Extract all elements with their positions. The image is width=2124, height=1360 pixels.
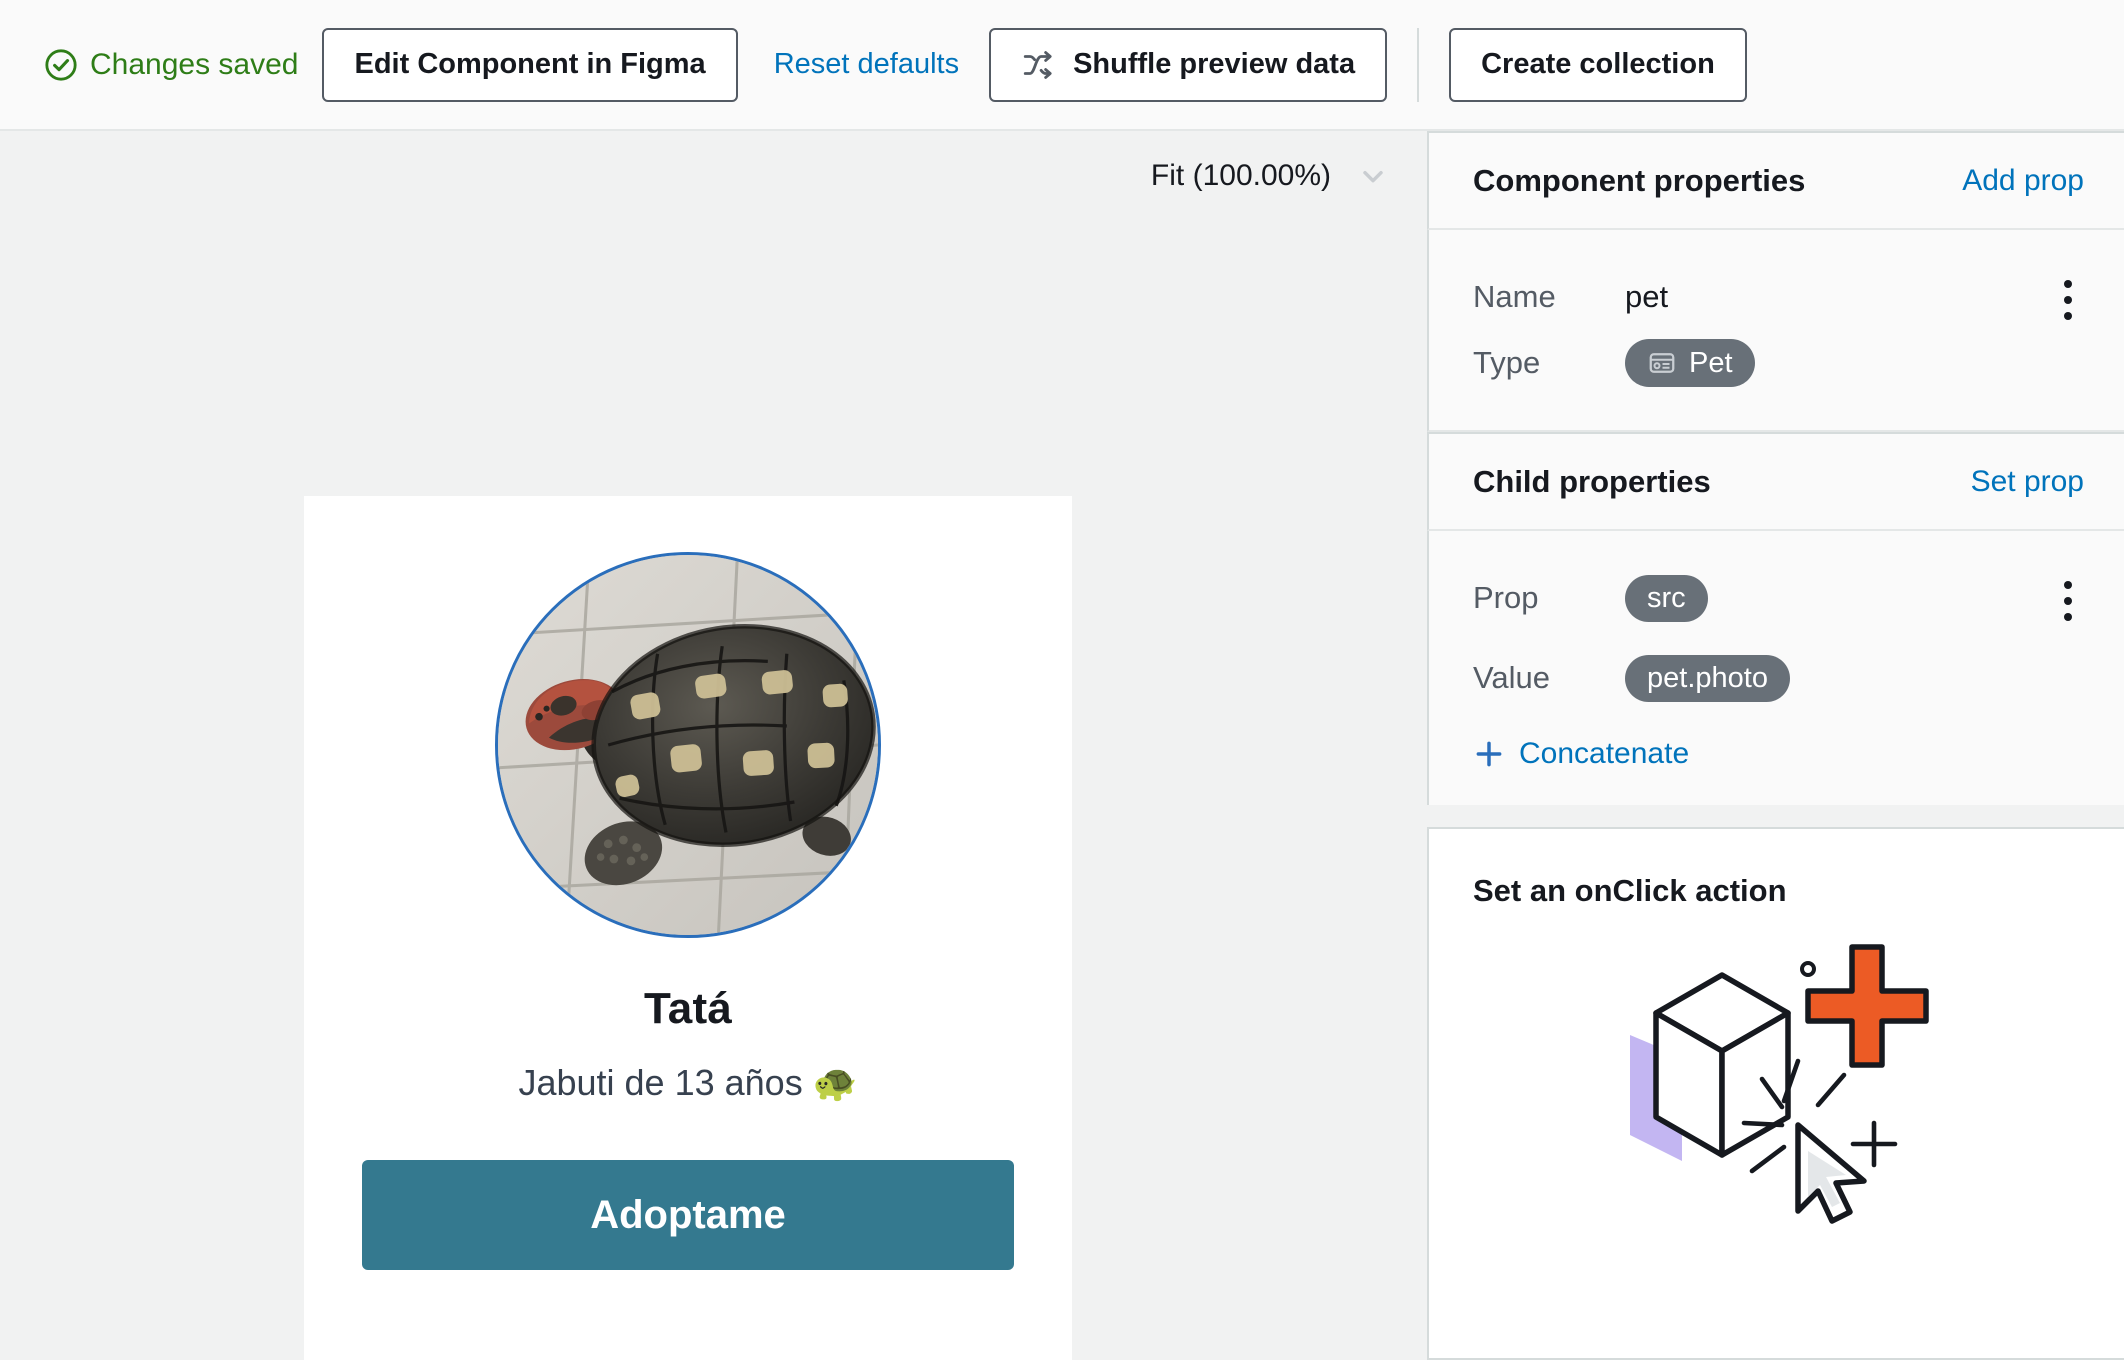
preview-canvas: Fit (100.00%) <box>0 131 1427 1360</box>
changes-saved-label: Changes saved <box>90 48 298 82</box>
onclick-action-card: Set an onClick action <box>1427 827 2124 1360</box>
concatenate-label: Concatenate <box>1519 737 1689 771</box>
plus-icon <box>1473 738 1505 770</box>
child-property-prop-chip[interactable]: src <box>1625 575 1708 622</box>
adopt-button-label: Adoptame <box>590 1193 786 1237</box>
amplify-studio-ui-builder: Changes saved Edit Component in Figma Re… <box>0 0 2124 1360</box>
shuffle-icon <box>1021 48 1055 82</box>
chevron-down-icon <box>1357 160 1389 192</box>
zoom-level-label: Fit (100.00%) <box>1151 159 1331 193</box>
child-property-row-value: Value pet.photo <box>1473 645 2084 711</box>
zoom-level-selector[interactable]: Fit (100.00%) <box>1151 131 1427 221</box>
cube-click-plus-illustration <box>1612 939 1942 1239</box>
component-property-type-chip[interactable]: Pet <box>1625 339 1755 387</box>
changes-saved-status: Changes saved <box>44 48 298 82</box>
edit-component-in-figma-label: Edit Component in Figma <box>354 48 705 81</box>
child-properties-body: Prop src Value pet.photo C <box>1427 531 2124 805</box>
child-properties-header: Child properties Set prop <box>1427 432 2124 531</box>
component-property-row-name: Name pet <box>1473 264 2084 330</box>
kebab-dot <box>2064 597 2072 605</box>
create-collection-button[interactable]: Create collection <box>1449 28 1747 102</box>
check-circle-icon <box>44 48 78 82</box>
child-property-row-prop: Prop src <box>1473 565 2084 631</box>
shuffle-preview-data-label: Shuffle preview data <box>1073 48 1355 81</box>
edit-component-in-figma-button[interactable]: Edit Component in Figma <box>322 28 737 102</box>
tortoise-photo <box>498 555 878 935</box>
child-properties-menu-button[interactable] <box>2046 577 2090 625</box>
child-property-value-chip[interactable]: pet.photo <box>1625 655 1790 702</box>
component-properties-menu-button[interactable] <box>2046 276 2090 324</box>
shuffle-preview-data-button[interactable]: Shuffle preview data <box>989 28 1387 102</box>
adopt-button[interactable]: Adoptame <box>362 1160 1014 1270</box>
pet-name: Tatá <box>644 984 732 1034</box>
toolbar-divider <box>1417 28 1419 102</box>
kebab-dot <box>2064 280 2072 288</box>
component-properties-body: Name pet Type Pet <box>1427 230 2124 432</box>
child-property-value-label: Value <box>1473 660 1625 696</box>
component-property-type-value: Pet <box>1689 349 1733 378</box>
add-prop-button[interactable]: Add prop <box>1962 164 2084 198</box>
child-properties-title: Child properties <box>1473 464 1711 500</box>
data-model-icon <box>1647 348 1677 378</box>
create-collection-label: Create collection <box>1481 48 1715 81</box>
kebab-dot <box>2064 312 2072 320</box>
reset-defaults-button[interactable]: Reset defaults <box>774 48 959 81</box>
component-property-name-label: Name <box>1473 279 1625 315</box>
concatenate-button[interactable]: Concatenate <box>1473 737 2084 771</box>
top-toolbar: Changes saved Edit Component in Figma Re… <box>0 0 2124 131</box>
set-prop-button[interactable]: Set prop <box>1971 465 2084 499</box>
kebab-dot <box>2064 581 2072 589</box>
child-property-prop-value: src <box>1647 584 1686 613</box>
component-property-type-label: Type <box>1473 345 1625 381</box>
component-properties-title: Component properties <box>1473 163 1805 199</box>
component-properties-header: Component properties Add prop <box>1427 131 2124 230</box>
onclick-action-title: Set an onClick action <box>1473 873 2080 909</box>
kebab-dot <box>2064 296 2072 304</box>
pet-description: Jabuti de 13 años 🐢 <box>518 1062 857 1104</box>
onclick-illustration-wrap <box>1473 939 2080 1239</box>
child-property-prop-label: Prop <box>1473 580 1625 616</box>
component-property-row-type: Type Pet <box>1473 330 2084 396</box>
kebab-dot <box>2064 613 2072 621</box>
child-property-value-value: pet.photo <box>1647 664 1768 693</box>
pet-avatar <box>495 552 881 938</box>
workspace: Fit (100.00%) <box>0 131 2124 1360</box>
reset-defaults-label: Reset defaults <box>774 48 959 80</box>
component-property-name-value: pet <box>1625 279 1668 315</box>
properties-panel: Component properties Add prop Name pet T… <box>1427 131 2124 1360</box>
pet-card-preview[interactable]: Tatá Jabuti de 13 años 🐢 Adoptame <box>304 496 1072 1360</box>
